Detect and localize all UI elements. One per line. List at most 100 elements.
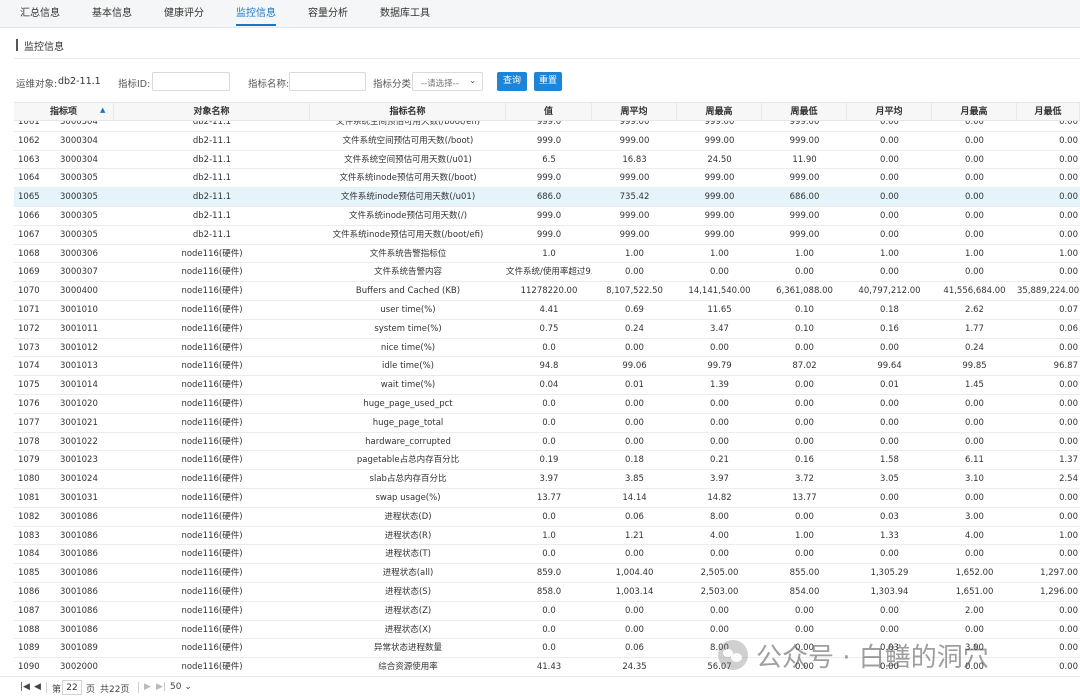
table-cell: 0.00 [1059,154,1078,165]
table-row[interactable]: 1064 3000305 db2-11.1 文件系统inode预估可用天数(/boot… [14,169,1080,189]
table-row[interactable]: 1077 3001021 node116(硬件) huge_page_total 0.0… [14,414,1080,433]
table-row[interactable]: 1075 3001014 node116(硬件) wait time(%) 0.04 0.… [14,376,1080,395]
table-row[interactable]: 1062 3000304 db2-11.1 文件系统空间预估可用天数(/boot) 99… [14,132,1080,151]
prev-page-icon[interactable]: ◀ [34,682,41,692]
table-cell: 14.14 [622,492,647,503]
table-cell: node116(硬件) [181,568,243,579]
metric-id-input[interactable] [152,72,230,91]
table-cell: 0.00 [1059,267,1078,278]
table-cell: 16.83 [622,154,647,165]
page-size-select[interactable]: 50 ⌄ [170,682,192,692]
column-header-month-min[interactable]: 月最低 [1017,103,1080,121]
tab-0[interactable]: 汇总信息 [20,0,60,28]
table-cell: 0.00 [1059,662,1078,673]
table-row[interactable]: 1065 3000305 db2-11.1 文件系统inode预估可用天数(/u01)… [14,188,1080,207]
column-header-object-name[interactable]: 对象名称 [114,103,310,121]
table-cell: 35,889,224.00 [1017,286,1080,297]
table-row[interactable]: 1080 3001024 node116(硬件) slab占总内存百分比 3.97 3.8… [14,470,1080,489]
table-cell: 0.00 [965,210,984,221]
table-cell: 87.02 [792,361,817,372]
table-cell: 0.00 [965,154,984,165]
table-row[interactable]: 1085 3001086 node116(硬件) 进程状态(all) 859.0 1,00… [14,564,1080,583]
table-cell: 999.00 [789,173,820,184]
table-row[interactable]: 1076 3001020 node116(硬件) huge_page_used_pct… [14,395,1080,414]
table-row[interactable]: 1067 3000305 db2-11.1 文件系统inode预估可用天数(/boot… [14,226,1080,245]
page-prefix: 第 [52,685,62,695]
table-row[interactable]: 1079 3001023 node116(硬件) pagetable占总内存百分比 0.… [14,451,1080,471]
metric-name-input[interactable] [289,72,366,91]
table-cell: 0.00 [795,398,814,409]
table-cell: 3001089 [60,643,98,654]
table-cell: 0.00 [880,398,899,409]
table-cell: swap usage(%) [375,492,441,503]
table-row[interactable]: 1086 3001086 node116(硬件) 进程状态(S) 858.0 1,003.… [14,583,1080,602]
table-row[interactable]: 1063 3000304 db2-11.1 文件系统空间预估可用天数(/u01) 6.5… [14,151,1080,170]
table-cell: 0.75 [539,323,559,334]
column-header-week-max[interactable]: 周最高 [677,103,762,121]
table-row[interactable]: 1084 3001086 node116(硬件) 进程状态(T) 0.0 0.00 0.00… [14,545,1080,565]
table-row[interactable]: 1070 3000400 node116(硬件) Buffers and Cached… [14,282,1080,301]
table-cell: 99.85 [962,361,987,372]
tab-2[interactable]: 健康评分 [164,0,204,28]
table-row[interactable]: 1066 3000305 db2-11.1 文件系统inode预估可用天数(/) 999… [14,207,1080,226]
table-row[interactable]: 1082 3001086 node116(硬件) 进程状态(D) 0.0 0.06 8.00… [14,508,1080,527]
column-header-week-min[interactable]: 周最低 [762,103,847,121]
table-row[interactable]: 1073 3001012 node116(硬件) nice time(%) 0.0 0.0… [14,339,1080,358]
table-cell: 1062 [18,135,40,146]
table-cell: 0.00 [880,173,899,184]
category-select[interactable]: --请选择-- ⌄ [412,72,483,91]
table-row[interactable]: 1087 3001086 node116(硬件) 进程状态(Z) 0.0 0.00 0.00… [14,602,1080,621]
table-row[interactable]: 1071 3001010 node116(硬件) user time(%) 4.41 0.… [14,301,1080,320]
tab-1[interactable]: 基本信息 [92,0,132,28]
table-cell: 1.21 [625,530,644,541]
tab-5[interactable]: 数据库工具 [380,0,430,28]
first-page-icon[interactable]: |◀ [20,682,30,692]
table-cell: 0.16 [795,455,814,466]
column-header-metric-name[interactable]: 指标名称 [310,103,506,121]
column-header-week-avg[interactable]: 周平均 [592,103,677,121]
sort-icon[interactable]: ▲ [100,106,105,114]
table-cell: 3001086 [60,549,98,560]
table-cell: 99.79 [707,361,732,372]
table-cell: 0.00 [795,342,814,353]
tab-3[interactable]: 监控信息 [236,0,276,28]
table-cell: 3001021 [60,417,98,428]
table-row[interactable]: 1068 3000306 node116(硬件) 文件系统告警指标位 1.0 1.00 1.… [14,245,1080,264]
column-header-value[interactable]: 值 [506,103,592,121]
table-cell: 0.00 [625,605,644,616]
query-button[interactable]: 查询 [497,72,527,91]
table-row[interactable]: 1072 3001011 node116(硬件) system time(%) 0.75… [14,320,1080,339]
table-row[interactable]: 1078 3001022 node116(硬件) hardware_corrupted… [14,433,1080,452]
table-cell: 文件系统inode预估可用天数(/) [348,210,468,221]
table-cell: 0.00 [625,398,644,409]
column-header-metric-item[interactable]: 指标项 [14,103,114,121]
column-header-month-max[interactable]: 月最高 [932,103,1017,121]
pager-separator [46,682,47,693]
table-cell: 进程状态(R) [384,530,432,541]
table-cell: node116(硬件) [181,286,243,297]
last-page-icon[interactable]: ▶| [156,682,166,692]
table-cell: 4.41 [539,304,559,315]
table-cell: 1.00 [795,530,814,541]
table-cell: 进程状态(S) [384,586,432,597]
table-cell: 0.04 [539,380,559,391]
table-cell: 3001013 [60,361,98,372]
tab-4[interactable]: 容量分析 [308,0,348,28]
table-row[interactable]: 1083 3001086 node116(硬件) 进程状态(R) 1.0 1.21 4.00… [14,527,1080,546]
table-cell: 1077 [18,417,40,428]
table-row[interactable]: 1081 3001031 node116(硬件) swap usage(%) 13.77… [14,489,1080,508]
column-header-month-avg[interactable]: 月平均 [847,103,932,121]
reset-button[interactable]: 重置 [534,72,562,91]
table-cell: 1,652.00 [955,568,994,579]
table-cell: 0.00 [1059,380,1078,391]
table-cell: node116(硬件) [181,643,243,654]
table-row[interactable]: 1074 3001013 node116(硬件) idle time(%) 94.8 99… [14,357,1080,377]
next-page-icon[interactable]: ▶ [144,682,151,692]
table-cell: 3001020 [60,398,98,409]
page-input[interactable]: 22 [62,680,82,695]
table-cell: node116(硬件) [181,267,243,278]
section-header: 监控信息 [16,38,64,53]
table-cell: 0.16 [880,323,899,334]
table-row[interactable]: 1069 3000307 node116(硬件) 文件系统告警内容 文件系统/使用率超过… [14,263,1080,283]
table-cell: 99.64 [877,361,902,372]
